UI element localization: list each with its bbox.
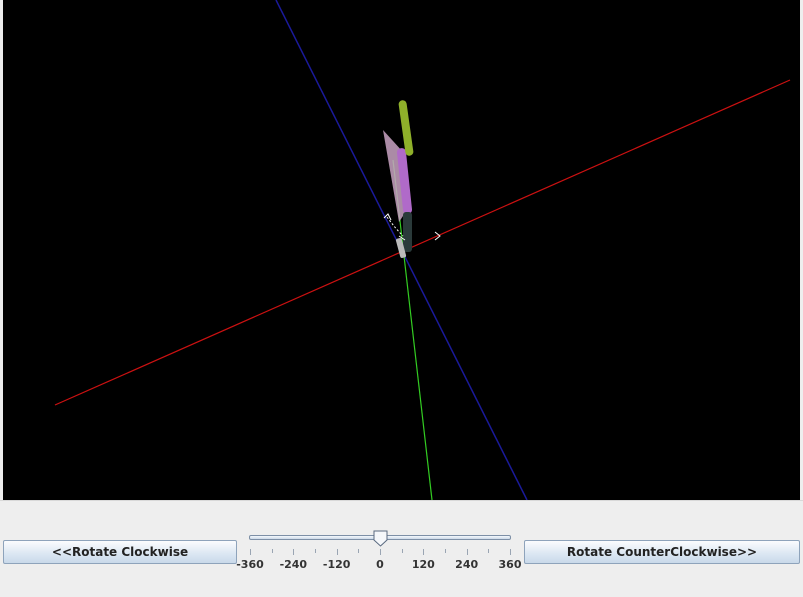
rotation-slider[interactable]: -360 -240 -120 0 120 240 360: [236, 529, 524, 579]
rotate-clockwise-button[interactable]: <<Rotate Clockwise: [3, 540, 237, 564]
slider-tick: [380, 549, 381, 555]
slider-tick: [510, 549, 511, 555]
slider-label: 240: [455, 558, 479, 571]
slider-tick: [336, 549, 338, 555]
slider-tick: [293, 549, 295, 555]
slider-tick: [271, 549, 273, 553]
slider-tick: [423, 549, 425, 555]
3d-viewport[interactable]: [3, 0, 800, 500]
arm-segment-3: [398, 100, 414, 156]
slider-label: 0: [376, 558, 384, 571]
slider-label: 360: [498, 558, 522, 571]
slider-label: -120: [322, 558, 351, 571]
slider-tick: [466, 549, 468, 555]
scene-canvas: [54, 0, 791, 500]
rotate-counterclockwise-button[interactable]: Rotate CounterClockwise>>: [524, 540, 800, 564]
slider-tick: [445, 549, 446, 553]
x-axis-line: [54, 79, 791, 406]
slider-tick: [358, 549, 360, 553]
slider-tick: [488, 549, 490, 553]
control-panel: <<Rotate Clockwise -360 -240 -120 0 120 240 36…: [0, 500, 803, 597]
slider-tick: [250, 549, 251, 555]
slider-tick: [401, 549, 403, 553]
slider-thumb-icon[interactable]: [373, 530, 388, 547]
slider-tick: [315, 549, 316, 553]
slider-label: -360: [236, 558, 264, 571]
arm-base: [403, 212, 412, 252]
slider-label: -240: [279, 558, 308, 571]
slider-label: 120: [411, 558, 435, 571]
